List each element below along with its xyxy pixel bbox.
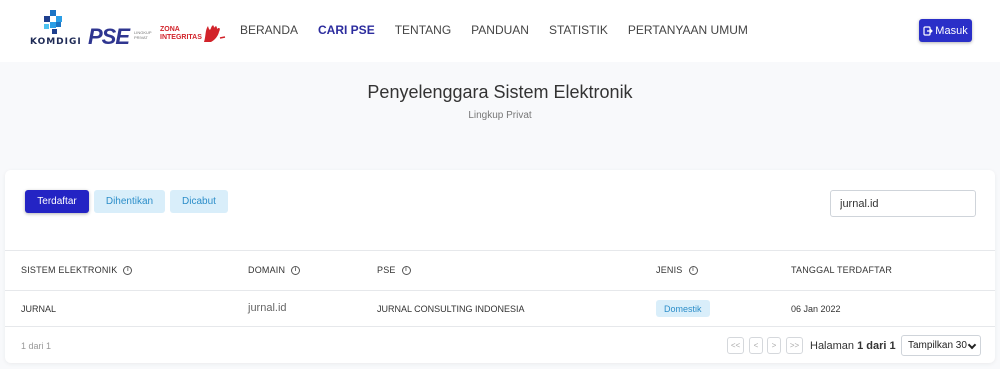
tab-dicabut[interactable]: Dicabut [170, 190, 228, 213]
top-navbar: KOMDIGI PSE LINGKUP PRIVAT ZONA INTEGRIT… [0, 0, 1000, 62]
komdigi-logo: KOMDIGI [30, 10, 82, 50]
zona-integritas-logo: ZONA INTEGRITAS [160, 26, 202, 42]
table-bottom-divider [5, 326, 995, 327]
table-divider [5, 250, 995, 251]
info-icon[interactable]: i [291, 265, 301, 275]
info-icon[interactable]: i [688, 265, 698, 275]
page-value: 1 dari 1 [857, 340, 896, 352]
column-header-label: PSE [377, 265, 396, 275]
login-icon [923, 25, 934, 36]
page-label: Halaman [810, 340, 855, 352]
page-title: Penyelenggara Sistem Elektronik [367, 82, 633, 102]
cell-pse: JURNAL CONSULTING INDONESIA [377, 304, 525, 314]
info-icon[interactable]: i [123, 265, 133, 275]
next-page-button[interactable]: > [767, 337, 781, 354]
last-page-button[interactable]: >> [786, 337, 803, 354]
nav-statistik[interactable]: STATISTIK [549, 23, 608, 37]
page-size-value: Tampilkan 30 [908, 340, 967, 351]
login-button[interactable]: Masuk [919, 19, 972, 42]
column-header-jenis[interactable]: JENIS i [656, 265, 698, 275]
pse-logo: PSE [88, 24, 130, 50]
column-header-label: TANGGAL TERDAFTAR [791, 265, 893, 275]
page-subtitle: Lingkup Privat [468, 110, 532, 121]
login-label: Masuk [935, 24, 968, 37]
first-page-button[interactable]: << [727, 337, 744, 354]
results-card: Terdaftar Dihentikan Dicabut SISTEM ELEK… [5, 170, 995, 363]
cell-domain[interactable]: jurnal.id [248, 302, 287, 314]
column-header-sistem-elektronik[interactable]: SISTEM ELEKTRONIK i [21, 265, 133, 275]
zona-text: ZONA [160, 26, 180, 33]
chevron-down-icon [967, 340, 977, 350]
page-indicator: Halaman 1 dari 1 [810, 340, 896, 352]
nav-pertanyaan-umum[interactable]: PERTANYAAN UMUM [628, 23, 748, 37]
jenis-badge: Domestik [656, 300, 710, 317]
column-header-pse[interactable]: PSE i [377, 265, 411, 275]
prev-page-button[interactable]: < [749, 337, 763, 354]
cell-tanggal-terdaftar: 06 Jan 2022 [791, 304, 841, 314]
cell-sistem-elektronik[interactable]: JURNAL [21, 304, 56, 314]
column-header-label: DOMAIN [248, 265, 286, 275]
column-header-domain[interactable]: DOMAIN i [248, 265, 301, 275]
column-header-label: JENIS [656, 265, 683, 275]
nav-beranda[interactable]: BERANDA [240, 23, 298, 37]
komdigi-mark-icon [44, 10, 62, 34]
info-icon[interactable]: i [401, 265, 411, 275]
nav-cari-pse[interactable]: CARI PSE [318, 23, 375, 37]
pse-logo-text: PSE [88, 24, 130, 49]
integritas-text: INTEGRITAS [160, 34, 202, 41]
page-size-select[interactable]: Tampilkan 30 [901, 335, 981, 356]
komdigi-logo-text: KOMDIGI [30, 37, 82, 47]
tab-dihentikan[interactable]: Dihentikan [94, 190, 165, 213]
nav-panduan[interactable]: PANDUAN [471, 23, 529, 37]
column-header-tanggal-terdaftar[interactable]: TANGGAL TERDAFTAR [791, 265, 892, 275]
column-header-label: SISTEM ELEKTRONIK [21, 265, 118, 275]
table-row-divider [5, 290, 995, 291]
main-nav: BERANDA CARI PSE TENTANG PANDUAN STATIST… [240, 23, 768, 37]
search-input[interactable] [830, 190, 976, 217]
pse-logo-subtext: LINGKUP PRIVAT [134, 30, 152, 40]
hand-stamp-icon [204, 25, 226, 42]
tab-terdaftar[interactable]: Terdaftar [25, 190, 89, 213]
nav-tentang[interactable]: TENTANG [395, 23, 451, 37]
result-count: 1 dari 1 [21, 341, 52, 351]
